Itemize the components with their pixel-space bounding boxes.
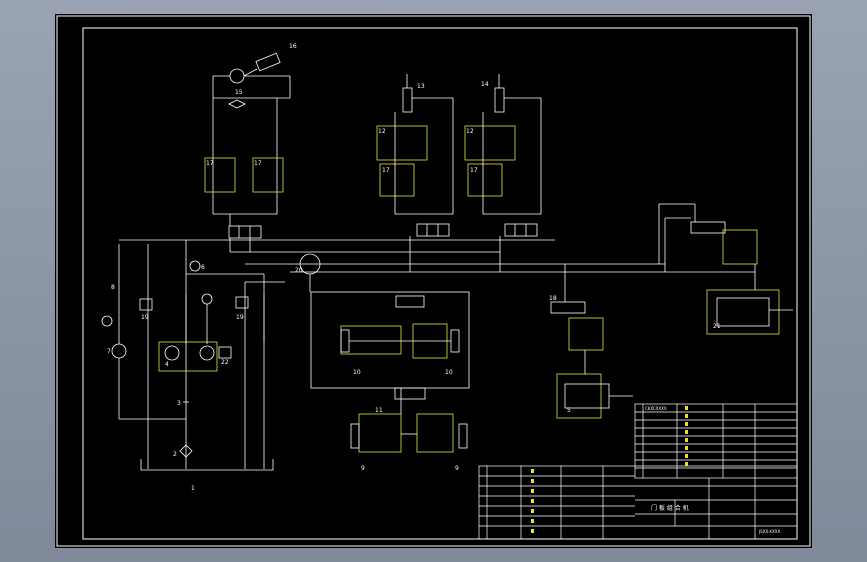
clamp-circuit [310, 291, 470, 414]
label-10-left: 10 [353, 369, 361, 376]
label-18: 18 [549, 295, 557, 302]
label-1: 1 [191, 485, 195, 492]
label-12-a: 12 [378, 128, 386, 135]
label-17-d: 17 [470, 167, 478, 174]
cylinder-3 [716, 297, 770, 327]
pressure-gauge-top [189, 260, 201, 272]
cylinder-10-left [340, 329, 350, 353]
valve-6 [568, 317, 604, 351]
title-name: 门 板 组 合 机 [651, 504, 689, 512]
inner-frame [82, 27, 798, 540]
cad-viewport: 1 2 3 4 5 6 7 8 9 9 10 10 11 12 12 13 14… [0, 0, 867, 562]
parts-code: CKXCXXXX [645, 406, 667, 411]
press-circuit [550, 264, 633, 419]
cylinder-10-right [450, 329, 460, 353]
valve-11-left [358, 413, 402, 453]
label-6: 6 [201, 264, 205, 271]
label-10-right: 10 [445, 369, 453, 376]
label-19-a: 19 [141, 314, 149, 321]
label-17-a: 17 [206, 160, 214, 167]
label-21: 21 [713, 323, 721, 330]
dir-valve-1 [228, 225, 262, 239]
valve-3 [722, 229, 758, 265]
label-4: 4 [165, 361, 169, 368]
label-12-b: 12 [466, 128, 474, 135]
label-8: 8 [111, 284, 115, 291]
pressure-gauge-mid [201, 293, 213, 305]
dir-valve-5 [394, 387, 426, 400]
cylinder-5-frame [556, 373, 602, 419]
drill-head [255, 52, 281, 72]
label-17-c: 17 [382, 167, 390, 174]
label-16: 16 [289, 43, 297, 50]
label-14: 14 [481, 81, 489, 88]
label-19-b: 19 [236, 314, 244, 321]
relief-valve-left [139, 298, 153, 311]
drawing-sheet: 1 2 3 4 5 6 7 8 9 9 10 10 11 12 12 13 14… [55, 14, 812, 548]
label-3: 3 [177, 400, 181, 407]
relief-valve-right [235, 296, 249, 309]
label-11: 11 [375, 407, 383, 414]
dir-valve-7 [690, 221, 726, 234]
cylinder-9-left [350, 423, 360, 449]
aux-pump [111, 343, 127, 359]
valve-11-right [416, 413, 454, 453]
title-block [478, 403, 798, 540]
label-17-b: 17 [254, 160, 262, 167]
label-9-left: 9 [361, 465, 365, 472]
parts-list-lower [478, 465, 798, 540]
drawing-number: JSXX-XXXX [758, 529, 780, 534]
motor-circuit [204, 52, 500, 253]
label-9-right: 9 [455, 465, 459, 472]
hydraulic-motor [229, 68, 245, 84]
label-20: 20 [295, 267, 303, 274]
label-13: 13 [417, 83, 425, 90]
outer-frame [56, 15, 811, 547]
cylinder-9-right [458, 423, 468, 449]
parts-list-upper [634, 403, 798, 479]
dir-valve-6 [550, 301, 586, 314]
cylinder-14 [494, 87, 505, 113]
oil-tank [140, 459, 274, 471]
pump-station [101, 239, 555, 471]
pressure-gauge-left [101, 315, 113, 327]
dir-valve-2 [416, 223, 450, 237]
label-22: 22 [221, 359, 229, 366]
dir-valve-3 [504, 223, 538, 237]
feed-circuits [376, 74, 542, 272]
label-5: 5 [567, 407, 571, 414]
label-2: 2 [173, 451, 177, 458]
cylinder-13 [402, 87, 413, 113]
right-circuit [690, 204, 793, 335]
clamp-valve-left [340, 325, 402, 355]
dir-valve-4 [395, 295, 425, 308]
lower-clamp-circuit [350, 413, 468, 453]
label-15: 15 [235, 89, 243, 96]
label-7: 7 [107, 348, 111, 355]
hydraulic-schematic: 1 2 3 4 5 6 7 8 9 9 10 10 11 12 12 13 14… [56, 15, 811, 547]
cylinder-5 [564, 383, 610, 409]
item-labels: 1 2 3 4 5 6 7 8 9 9 10 10 11 12 12 13 14… [107, 43, 721, 492]
